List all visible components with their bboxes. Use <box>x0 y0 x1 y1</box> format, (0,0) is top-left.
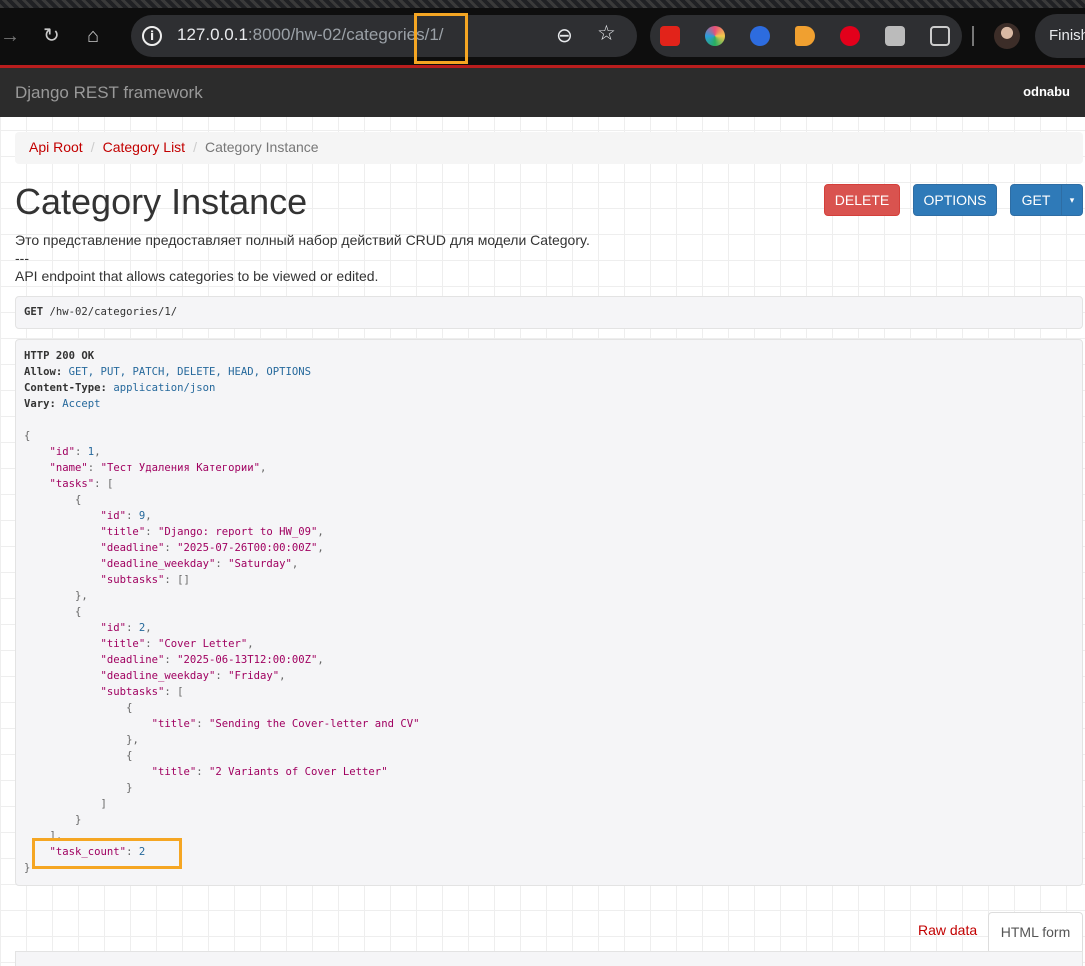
response-info: HTTP 200 OK Allow: GET, PUT, PATCH, DELE… <box>15 339 1083 886</box>
json-line: "id": 1, <box>49 446 101 458</box>
toolbar-divider <box>972 26 974 46</box>
json-line: "deadline": "2025-06-13T12:00:00Z", <box>100 654 324 666</box>
response-body-json: { "id": 1, "name": "Тест Удаления Катего… <box>24 428 1074 876</box>
json-line: { <box>126 702 133 714</box>
breadcrumb-separator: / <box>90 139 95 155</box>
page-title: Category Instance <box>15 181 308 222</box>
response-header-vary: Vary: Accept <box>24 398 101 410</box>
json-line: "deadline_weekday": "Friday", <box>100 670 286 682</box>
forward-icon[interactable]: → <box>0 24 20 48</box>
drf-navbar: Django REST framework odnabu <box>0 68 1085 117</box>
request-method: GET <box>24 306 44 318</box>
bookmark-star-icon[interactable]: ☆ <box>597 21 616 46</box>
navbar-brand[interactable]: Django REST framework <box>15 83 203 103</box>
delete-button[interactable]: DELETE <box>824 184 900 216</box>
zoom-icon[interactable]: ⊖ <box>556 23 573 48</box>
tab-html-form[interactable]: HTML form <box>988 912 1083 952</box>
breadcrumb-api-root[interactable]: Api Root <box>29 139 83 155</box>
options-button[interactable]: OPTIONS <box>913 184 997 216</box>
json-line: } <box>75 814 82 826</box>
extension-t-icon[interactable] <box>705 26 725 46</box>
browser-toolbar: → ↻ ⌂ i 127.0.0.1:8000/hw-02/categories/… <box>0 8 1085 65</box>
extension-red-icon[interactable] <box>660 26 680 46</box>
breadcrumb-separator: / <box>193 139 197 155</box>
url-text[interactable]: 127.0.0.1:8000/hw-02/categories/1/ <box>177 25 444 45</box>
json-line: { <box>75 494 82 506</box>
json-line: "name": "Тест Удаления Категории", <box>49 462 267 474</box>
response-status: HTTP 200 OK <box>24 350 95 362</box>
response-header-content-type: Content-Type: application/json <box>24 382 216 394</box>
json-line: "title": "2 Variants of Cover Letter" <box>151 766 388 778</box>
json-line: "deadline": "2025-07-26T00:00:00Z", <box>100 542 324 554</box>
extension-m-icon[interactable] <box>885 26 905 46</box>
json-line: "tasks": [ <box>49 478 114 490</box>
json-line: }, <box>126 734 139 746</box>
json-line: ] <box>100 798 107 810</box>
finish-button[interactable]: Finish <box>1035 14 1085 58</box>
json-line: "title": "Cover Letter", <box>100 638 254 650</box>
extensions-bar <box>650 15 962 57</box>
json-line: "id": 9, <box>100 510 152 522</box>
extension-zm-icon[interactable] <box>750 26 770 46</box>
site-info-icon[interactable]: i <box>142 26 162 46</box>
address-bar[interactable]: i 127.0.0.1:8000/hw-02/categories/1/ ⊖ ☆ <box>131 15 637 57</box>
tab-raw-data[interactable]: Raw data <box>918 922 977 938</box>
url-highlight-box <box>414 13 468 64</box>
response-header-allow: Allow: GET, PUT, PATCH, DELETE, HEAD, OP… <box>24 366 312 378</box>
description-en: API endpoint that allows categories to b… <box>15 268 379 284</box>
breadcrumb-current: Category Instance <box>204 139 319 155</box>
navbar-user[interactable]: odnabu <box>1023 84 1070 99</box>
get-button[interactable]: GET <box>1010 184 1062 216</box>
form-panel <box>15 951 1083 966</box>
url-host: 127.0.0.1 <box>177 25 248 44</box>
json-line: }, <box>75 590 88 602</box>
json-line: "title": "Django: report to HW_09", <box>100 526 324 538</box>
description-ru: Это представление предоставляет полный н… <box>15 232 590 248</box>
reload-icon[interactable]: ↻ <box>43 24 60 48</box>
json-line: "deadline_weekday": "Saturday", <box>100 558 299 570</box>
json-line: { <box>24 430 31 442</box>
json-line: { <box>126 750 133 762</box>
breadcrumb-category-list[interactable]: Category List <box>103 139 185 155</box>
extension-infinity-icon[interactable] <box>840 26 860 46</box>
json-line: } <box>126 782 133 794</box>
breadcrumb: Api Root / Category List / Category Instance <box>15 132 1083 164</box>
extension-megaphone-icon[interactable] <box>795 26 815 46</box>
extensions-puzzle-icon[interactable] <box>930 26 950 46</box>
json-line: "subtasks": [] <box>100 574 190 586</box>
description-separator: --- <box>15 250 29 266</box>
json-line: "title": "Sending the Cover-letter and C… <box>151 718 420 730</box>
json-line: "id": 2, <box>100 622 152 634</box>
home-icon[interactable]: ⌂ <box>87 24 99 48</box>
profile-avatar[interactable] <box>994 23 1020 49</box>
request-info: GET /hw-02/categories/1/ <box>15 296 1083 329</box>
get-format-dropdown-icon[interactable]: ▾ <box>1061 184 1083 216</box>
request-path: /hw-02/categories/1/ <box>49 306 178 318</box>
browser-tabstrip <box>0 0 1085 8</box>
json-line: { <box>75 606 82 618</box>
json-line: "subtasks": [ <box>100 686 184 698</box>
task-count-highlight-box <box>32 838 182 869</box>
